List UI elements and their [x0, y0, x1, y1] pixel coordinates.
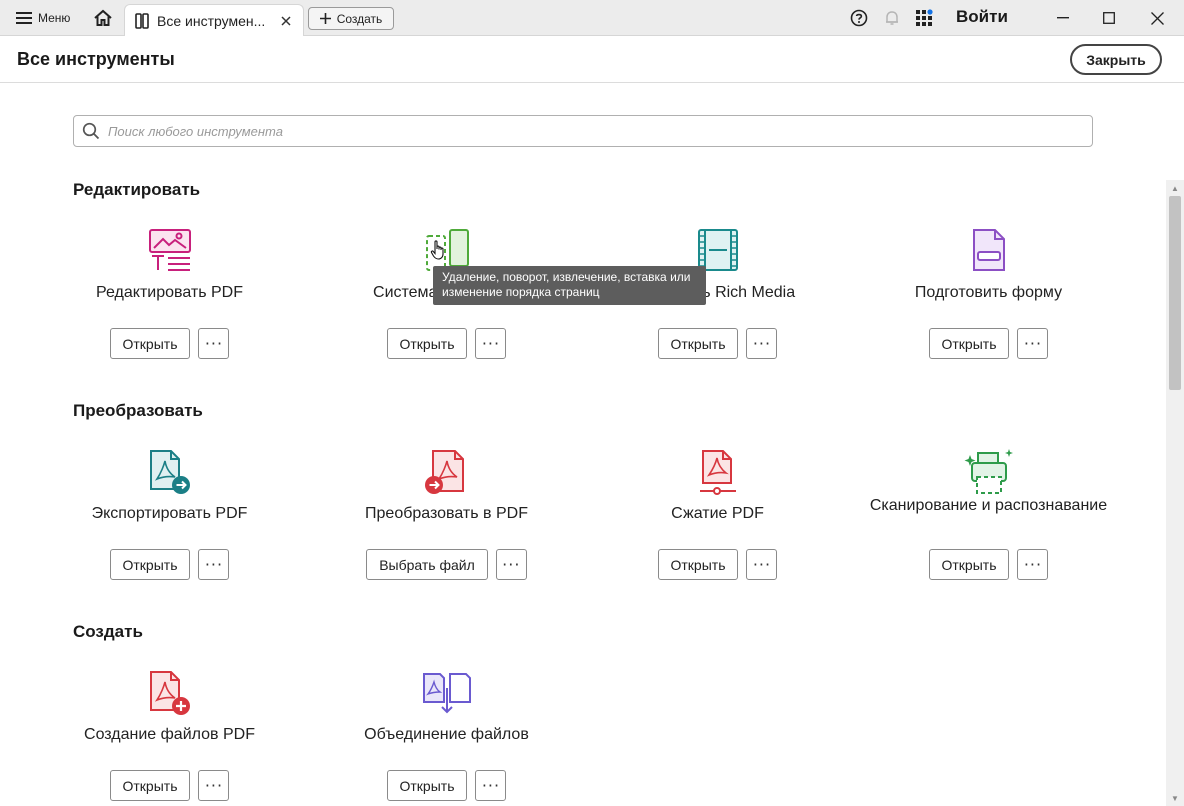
- more-button[interactable]: ···: [475, 328, 507, 359]
- tool-label: Преобразовать в PDF: [365, 505, 528, 522]
- signin-button[interactable]: Войти: [956, 7, 1008, 27]
- tool-label: Редактировать PDF: [96, 284, 243, 301]
- open-button[interactable]: Открыть: [928, 549, 1010, 580]
- tool-label: Объединение файлов: [364, 726, 529, 743]
- tools-content: Редактировать Редактировать PDF Открыть …: [0, 84, 1166, 806]
- help-icon[interactable]: [849, 8, 869, 28]
- tool-card-convert-pdf: Преобразовать в PDF Выбрать файл ···: [311, 449, 582, 589]
- more-button[interactable]: ···: [198, 549, 230, 580]
- title-bar: Меню Все инструмен... Создать Войти: [0, 0, 1184, 36]
- close-button[interactable]: Закрыть: [1070, 44, 1162, 75]
- open-button[interactable]: Открыть: [386, 328, 468, 359]
- open-button[interactable]: Открыть: [657, 549, 739, 580]
- more-button[interactable]: ···: [746, 328, 778, 359]
- search-icon: [82, 122, 100, 140]
- tool-label: Подготовить форму: [914, 284, 1063, 301]
- open-button[interactable]: Открыть: [928, 328, 1010, 359]
- tool-card-compress-pdf: Сжатие PDF Открыть ···: [582, 449, 853, 589]
- prepare-form-icon: [972, 229, 1005, 271]
- tool-label: Экспортировать PDF: [91, 505, 248, 522]
- new-tab-label: Создать: [336, 11, 383, 26]
- scan-ocr-icon: [964, 449, 1013, 494]
- home-button[interactable]: [88, 5, 118, 31]
- scroll-down-icon[interactable]: ▼: [1166, 790, 1184, 806]
- tool-card-export-pdf: Экспортировать PDF Открыть ···: [34, 449, 305, 589]
- section-title-create: Создать: [73, 622, 143, 641]
- tool-label: Создание файлов PDF: [84, 726, 255, 743]
- export-pdf-icon: [149, 450, 190, 494]
- tooltip: Удаление, поворот, извлечение, вставка и…: [433, 266, 706, 305]
- select-file-button[interactable]: Выбрать файл: [366, 549, 488, 580]
- tab-close-icon[interactable]: [279, 14, 293, 28]
- compress-pdf-icon: [699, 450, 736, 495]
- tool-card-prepare-form: Подготовить форму Открыть ···: [853, 228, 1124, 368]
- maximize-icon[interactable]: [1086, 0, 1132, 36]
- page-header: Все инструменты Закрыть: [0, 36, 1184, 83]
- edit-pdf-icon: [148, 229, 191, 271]
- bell-icon[interactable]: [882, 8, 902, 28]
- more-button[interactable]: ···: [475, 770, 507, 801]
- window-close-icon[interactable]: [1134, 0, 1180, 36]
- tool-label: Сжатие PDF: [671, 505, 764, 522]
- section-title-convert: Преобразовать: [73, 401, 203, 420]
- new-tab-button[interactable]: Создать: [308, 7, 394, 30]
- vertical-scrollbar[interactable]: ▲ ▼: [1166, 180, 1184, 806]
- tool-card-combine: Объединение файлов Открыть ···: [311, 670, 582, 806]
- section-title-edit: Редактировать: [73, 180, 201, 199]
- minimize-icon[interactable]: [1040, 0, 1086, 36]
- tool-card-scan-ocr: Сканирование и распознавание Открыть ···: [853, 449, 1124, 589]
- more-button[interactable]: ···: [1017, 328, 1049, 359]
- more-button[interactable]: ···: [1017, 549, 1049, 580]
- open-button[interactable]: Открыть: [109, 770, 191, 801]
- scroll-up-icon[interactable]: ▲: [1166, 180, 1184, 196]
- more-button[interactable]: ···: [198, 770, 230, 801]
- create-pdf-icon: [149, 671, 190, 715]
- open-button[interactable]: Открыть: [386, 770, 468, 801]
- tab-title: Все инструмен...: [157, 12, 266, 29]
- tool-label: Сканирование и распознавание: [869, 497, 1108, 514]
- scroll-thumb[interactable]: [1169, 196, 1181, 390]
- tools-tab-icon: [135, 12, 149, 29]
- menu-button[interactable]: Меню: [10, 6, 76, 30]
- search-box[interactable]: [73, 115, 1093, 147]
- tab-all-tools[interactable]: Все инструмен...: [124, 4, 304, 36]
- plus-icon: [319, 13, 331, 24]
- open-button[interactable]: Открыть: [109, 328, 191, 359]
- open-button[interactable]: Открыть: [109, 549, 191, 580]
- hand-cursor-icon: [430, 240, 444, 260]
- open-button[interactable]: Открыть: [657, 328, 739, 359]
- search-input[interactable]: [108, 123, 1092, 139]
- more-button[interactable]: ···: [198, 328, 230, 359]
- apps-grid-icon[interactable]: [914, 8, 934, 28]
- tool-card-edit-pdf: Редактировать PDF Открыть ···: [34, 228, 305, 368]
- tool-card-create-pdf: Создание файлов PDF Открыть ···: [34, 670, 305, 806]
- page-title: Все инструменты: [17, 49, 175, 69]
- more-button[interactable]: ···: [746, 549, 778, 580]
- menu-label: Меню: [38, 11, 71, 25]
- more-button[interactable]: ···: [495, 549, 527, 580]
- convert-pdf-icon: [424, 450, 464, 494]
- home-icon: [94, 9, 112, 26]
- hamburger-icon: [16, 12, 32, 24]
- combine-files-icon: [422, 673, 471, 714]
